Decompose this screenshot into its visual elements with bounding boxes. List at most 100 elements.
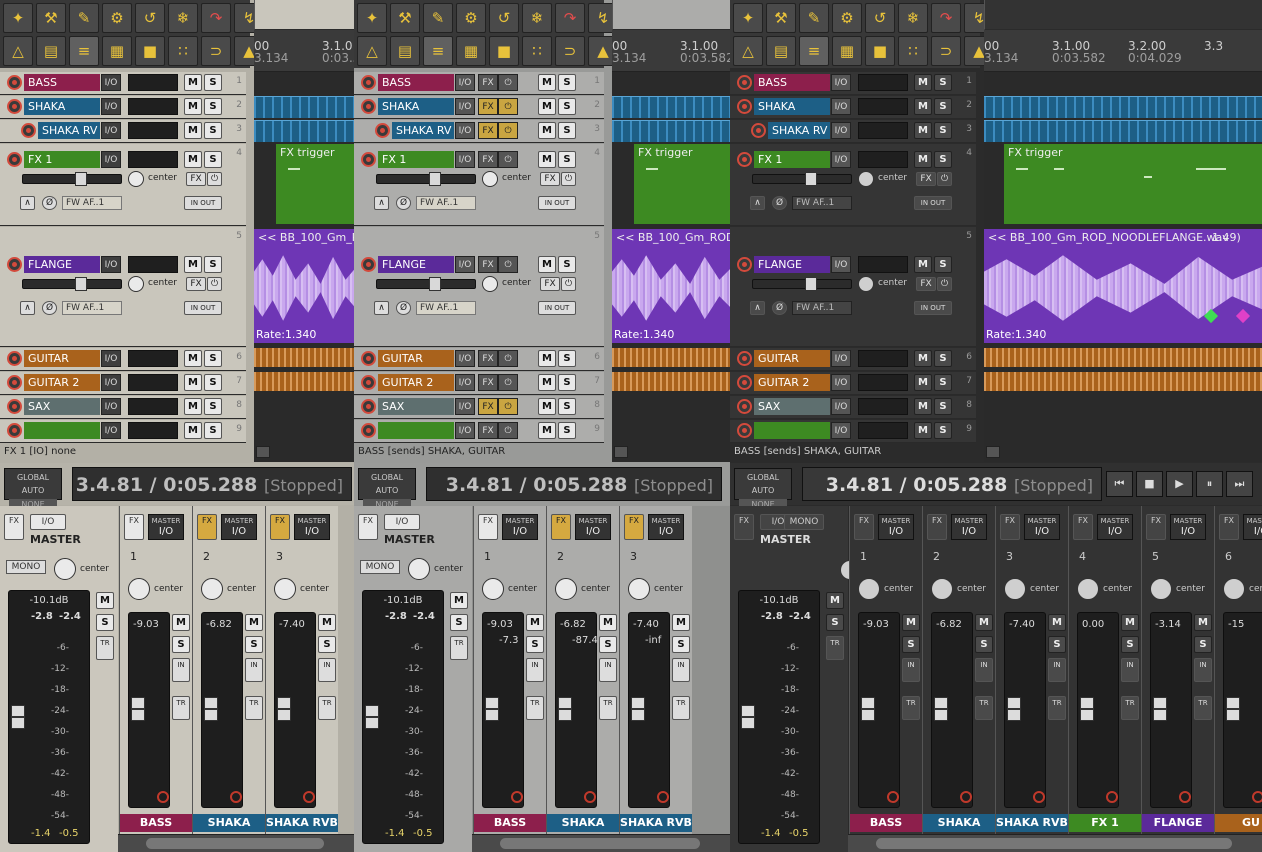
track-row-5[interactable]: 5 FLANGE I/O FX ⏻ M Scenter FX ⏻ ∧ Ø FW AF..1 IN OUT [354,227,604,347]
track-io-button[interactable]: I/O [101,374,121,391]
record-arm-button[interactable] [751,123,766,138]
pan-knob[interactable] [482,171,498,187]
strip-meter[interactable]: -3.14 [1150,612,1192,808]
track-io-button[interactable]: I/O [831,98,851,115]
strip-routing-button[interactable]: MASTERI/O [221,514,257,540]
track-row-6[interactable]: 6 GUITAR I/O M S [0,348,246,371]
strip-routing-button[interactable]: MASTERI/O [878,514,914,540]
strip-solo-button[interactable]: S [1194,636,1212,653]
strip-solo-button[interactable]: S [672,636,690,653]
track-io-button[interactable]: I/O [831,122,851,139]
snowflake-button[interactable]: ❄ [898,3,928,33]
record-arm-button[interactable] [7,75,22,90]
project-settings-button[interactable]: ⚙ [832,3,862,33]
time-display[interactable]: 3.4.81 / 0:05.288 [Stopped] [426,467,722,501]
strip-input-button[interactable]: IN [172,658,190,682]
strip-pan-knob[interactable] [1077,578,1099,600]
strip-routing-button[interactable]: MASTERI/O [502,514,538,540]
strip-input-button[interactable]: IN [318,658,336,682]
strip-meter[interactable]: -9.03 [128,612,170,808]
timeline-ruler[interactable]: 003.134 3.1.00:03.5 [254,0,354,72]
automation-button[interactable]: ∧ [20,196,35,210]
strip-pan-knob[interactable] [1150,578,1172,600]
guitar-clip[interactable] [984,348,1262,367]
track-name-field[interactable]: SHAKA [378,98,454,115]
fx-button[interactable]: FX [916,172,936,186]
solo-button[interactable]: S [558,122,576,139]
volume-fader-knob[interactable] [75,277,87,291]
envelope-button[interactable]: ■ [135,36,165,66]
automation-button[interactable]: ∧ [20,301,35,315]
master-fader-knob[interactable] [11,705,25,729]
input-output-button[interactable]: IN OUT [538,196,576,210]
strip-meter[interactable]: -6.82 [201,612,243,808]
strip-mute-button[interactable]: M [318,614,336,631]
master-mute-button[interactable]: M [96,592,114,609]
project-settings-button[interactable]: ⚙ [102,3,132,33]
mute-button[interactable]: M [184,350,202,367]
auto-crossfade-button[interactable]: ⊃ [201,36,231,66]
strip-solo-button[interactable]: S [526,636,544,653]
fx-power-button[interactable]: ⏻ [561,172,576,186]
fx-bypass-button[interactable]: ⏻ [498,256,518,273]
track-io-button[interactable]: I/O [831,398,851,415]
strip-routing-button[interactable]: MASTERI/O [1097,514,1133,540]
track-fx-button[interactable]: FX [478,256,498,273]
fx-bypass-button[interactable]: ⏻ [498,350,518,367]
mute-button[interactable]: M [184,151,202,168]
master-pan-knob[interactable] [408,558,430,580]
project-settings-button[interactable]: ⚙ [456,3,486,33]
strip-fader-knob[interactable] [934,697,948,721]
strip-pan-knob[interactable] [128,578,150,600]
metronome-button[interactable]: △ [733,36,763,66]
fx-chain-select[interactable]: FW AF..1 [792,196,852,210]
track-name-field[interactable] [378,422,454,439]
fx-chain-select[interactable]: FW AF..1 [62,301,122,315]
track-row-1[interactable]: 1 BASS I/O M S [0,72,246,95]
strip-mute-button[interactable]: M [599,614,617,631]
go-end-button[interactable]: ⏭ [1226,471,1253,497]
strip-name[interactable]: FLANGE [1142,814,1214,832]
mute-button[interactable]: M [914,398,932,415]
track-row-8[interactable]: 8 SAX I/O FX ⏻ M S [354,396,604,419]
record-arm-button[interactable] [361,351,376,366]
track-name-field[interactable]: SHAKA RV [38,122,100,139]
track-row-7[interactable]: 7 GUITAR 2 I/O M S [0,372,246,395]
track-name-field[interactable]: SHAKA RV [392,122,454,139]
track-name-field[interactable]: BASS [24,74,100,91]
fx-bypass-button[interactable]: ⏻ [498,98,518,115]
track-io-button[interactable]: I/O [101,151,121,168]
loop-button[interactable]: ∷ [168,36,198,66]
envelope-button[interactable]: ■ [865,36,895,66]
strip-name[interactable]: SHAKA [923,814,995,832]
strip-solo-button[interactable]: S [1121,636,1139,653]
record-arm-button[interactable] [7,99,22,114]
strip-meter[interactable]: -7.40 [274,612,316,808]
strip-mute-button[interactable]: M [672,614,690,631]
track-name-field[interactable]: FX 1 [378,151,454,168]
record-arm-button[interactable] [7,399,22,414]
master-io-button[interactable]: I/O [30,514,66,530]
mute-button[interactable]: M [184,74,202,91]
record-arm-button[interactable] [737,99,752,114]
record-arm-button[interactable] [361,375,376,390]
strip-trim-button[interactable]: TR [1121,696,1139,720]
master-fader-knob[interactable] [365,705,379,729]
snowflake-button[interactable]: ❄ [522,3,552,33]
pan-knob[interactable] [858,276,874,292]
fx-bypass-button[interactable]: ⏻ [498,74,518,91]
fx-power-button[interactable]: ⏻ [937,277,952,291]
track-io-button[interactable]: I/O [101,398,121,415]
track-row-4[interactable]: 4 FX 1 I/O M Scenter FX ⏻ ∧ Ø FW AF..1 IN OUT [0,144,246,226]
strip-trim-button[interactable]: TR [599,696,617,720]
strip-input-button[interactable]: IN [245,658,263,682]
record-arm-button[interactable] [737,375,752,390]
strip-meter[interactable]: -15 [1223,612,1262,808]
strip-fx-button[interactable]: FX [854,514,874,540]
arrange-scroll-left[interactable] [986,446,1000,458]
solo-button[interactable]: S [558,398,576,415]
track-io-button[interactable]: I/O [101,350,121,367]
track-name-field[interactable] [754,422,830,439]
master-fader-knob[interactable] [741,705,755,729]
pan-knob[interactable] [128,276,144,292]
